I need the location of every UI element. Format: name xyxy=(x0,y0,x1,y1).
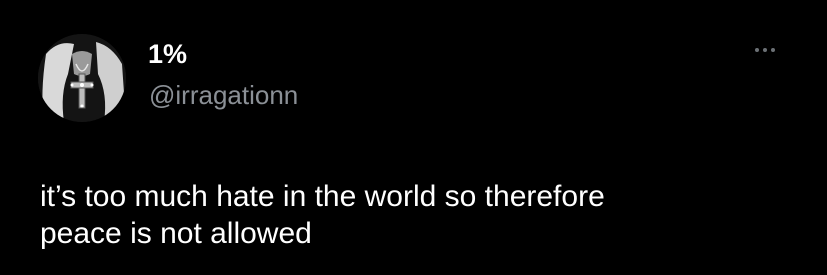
more-horizontal-icon-dot xyxy=(763,48,767,52)
tweet-text-line: peace is not allowed xyxy=(40,217,312,250)
tweet-card: 1% @irragationn it’s too much hate in th… xyxy=(0,0,827,275)
author-handle[interactable]: @irragationn xyxy=(149,80,298,110)
avatar[interactable] xyxy=(38,34,126,122)
tweet-text: it’s too much hate in the world so there… xyxy=(40,178,780,252)
avatar-image xyxy=(38,34,126,122)
more-horizontal-icon xyxy=(755,48,759,52)
tweet-text-line: it’s too much hate in the world so there… xyxy=(40,180,605,213)
author-display-name[interactable]: 1% xyxy=(148,39,187,69)
more-options-button[interactable] xyxy=(742,36,788,64)
more-horizontal-icon-dot xyxy=(771,48,775,52)
